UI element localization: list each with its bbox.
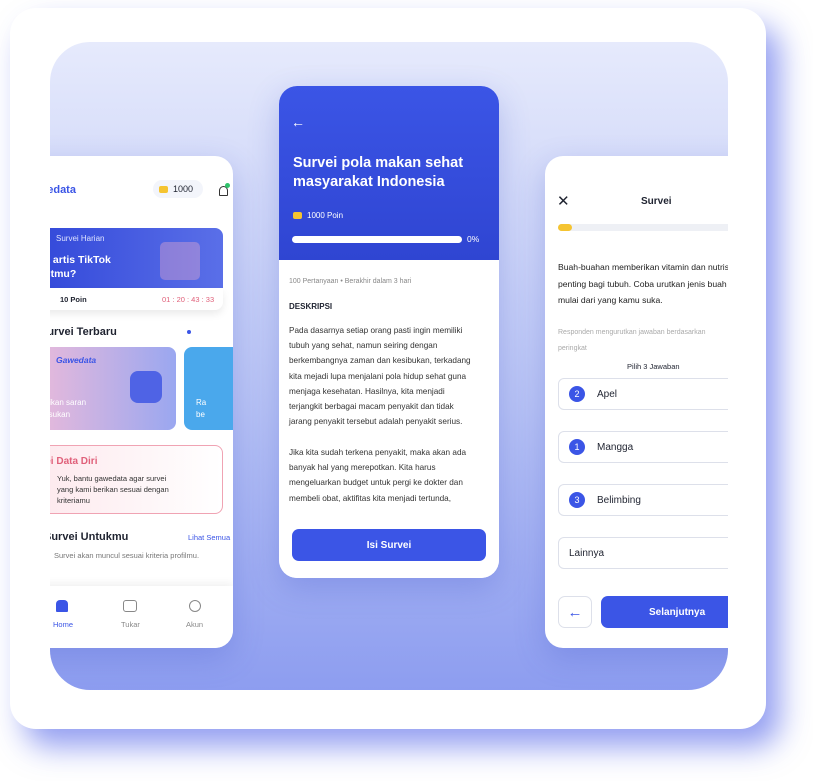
rank-badge: 2 [569,386,585,402]
promo-text: Yuk berikan sarandan masukan [50,398,87,419]
survey-progress-bar [292,236,462,243]
pick-count: Pilih 3 Jawaban [627,362,680,371]
promo-brand: Gawedata [56,355,97,365]
option-label: Lainnya [569,547,605,559]
survey-question-screen: ✕ Survei Buah-buahan memberikan vitamin … [545,156,728,648]
daily-points: 10 Poin [60,295,87,304]
daily-timer: 01 : 20 : 43 : 33 [162,295,215,304]
data-diri-title: Survei Data Diri [50,456,98,467]
option-label: Belimbing [597,494,641,506]
progress-label: 0% [467,234,480,244]
answer-option[interactable]: 1 Mangga [558,431,728,463]
home-screen: Gawedata 1000 Survei Harian Siapa artis … [50,156,233,648]
nav-tukar[interactable]: Tukar [121,620,140,629]
coin-icon [293,212,302,219]
nav-home[interactable]: Home [53,620,73,629]
bottom-nav: Home Tukar Akun [50,586,233,648]
notification-dot [225,183,230,188]
daily-footer: 10 Poin 01 : 20 : 43 : 33 [50,288,223,310]
chat-illustration [130,371,162,403]
close-icon[interactable]: ✕ [557,192,570,210]
data-diri-text: Yuk, bantu gawedata agar survei yang kami… [57,474,169,505]
survey-header: ← Survei pola makan sehat masyarakat Indo… [279,86,499,260]
description-label: DESKRIPSI [289,302,333,311]
carousel-dots[interactable] [187,330,191,334]
question-text: Buah-buahan memberikan vitamin dan nutri… [558,262,728,305]
for-you-title: Survei Untukmu [50,531,129,543]
home-icon[interactable] [56,600,68,612]
rank-badge: 1 [569,439,585,455]
daily-title: Siapa artis TikTokfavoritmu? [50,254,111,280]
latest-title: Survei Terbaru [50,326,117,338]
rank-badge: 3 [569,492,585,508]
question-progress-bar [558,224,728,231]
app-logo: Gawedata [50,184,76,196]
answer-option[interactable]: 3 Belimbing [558,484,728,516]
user-icon[interactable] [189,600,201,612]
promo-card[interactable]: Gawedata Yuk berikan sarandan masukan [50,347,176,430]
for-you-subtitle: Survei akan muncul sesuai kriteria profi… [54,551,200,560]
description-p1: Pada dasarnya setiap orang pasti ingin m… [289,326,471,427]
calendar-illustration [160,242,200,280]
daily-survey-banner[interactable]: Survei Harian Siapa artis TikTokfavoritm… [50,228,223,288]
option-label: Mangga [597,441,634,453]
coin-icon [159,185,168,193]
screen-title: Survei [641,196,672,207]
hint-text: Responden mengurutkan jawaban berdasarka… [558,329,706,352]
data-diri-card[interactable]: Survei Data Diri Yuk, bantu gawedata aga… [50,445,223,514]
description-p2: Jika kita sudah terkena penyakit, maka a… [289,448,467,503]
survey-title: Survei pola makan sehat masyarakat Indone… [293,155,464,190]
next-button[interactable]: Selanjutnya [601,596,728,628]
start-survey-button[interactable]: Isi Survei [292,529,486,561]
coin-balance[interactable]: 1000 [153,180,203,198]
showcase-panel: Gawedata 1000 Survei Harian Siapa artis … [50,42,728,690]
survey-meta: 100 Pertanyaan • Berakhir dalam 3 hari [289,278,412,285]
survey-detail-screen: ← Survei pola makan sehat masyarakat Indo… [279,86,499,578]
promo2-text: Ra be [196,398,207,419]
nav-akun[interactable]: Akun [186,620,203,629]
see-all-link[interactable]: Lihat Semua [188,533,230,542]
answer-option[interactable]: 2 Apel [558,378,728,410]
back-arrow-icon[interactable]: ← [291,114,305,130]
survey-points: 1000 Poin [307,211,344,220]
back-button[interactable]: ← [558,596,592,628]
coin-count: 1000 [173,184,194,194]
daily-tag: Survei Harian [56,234,105,243]
answer-option-other[interactable]: Lainnya [558,537,728,569]
ticket-icon[interactable] [123,600,137,612]
option-label: Apel [597,388,618,400]
promo-card-2[interactable]: Ra be [184,347,233,430]
